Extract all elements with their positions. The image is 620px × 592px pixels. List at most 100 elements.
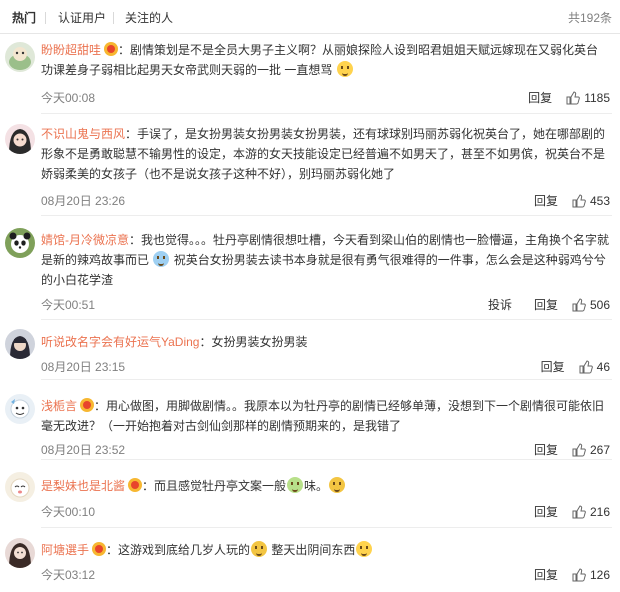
like-button[interactable]: 46 [579,359,610,375]
comment-actions: 回复 267 [508,442,610,458]
emoji-icon [356,541,373,557]
comment-actions: 回复 126 [508,567,610,583]
comment-item: 阿塘選手 ：这游戏到底给几岁人玩的 整天出阴间东西 今天03:12 回复 126 [0,532,620,590]
comment-text-continued: 味。 [304,479,329,493]
like-count: 267 [589,443,610,457]
comment-divider [41,459,612,460]
thumbs-up-icon [572,443,586,457]
user-avatar[interactable] [5,228,35,258]
like-button[interactable]: 126 [572,567,610,583]
member-badge-icon [104,42,119,56]
comment-body: 听说改名字会有好运气YaDing：女扮男装女扮男装 [41,332,610,352]
like-count: 46 [596,360,610,374]
comment-body: 不识山鬼与西风：手误了，是女扮男装女扮男装女扮男装，还有球球别玛丽苏弱化祝英台了… [41,124,610,184]
user-avatar[interactable] [5,124,35,154]
comment-body: 婧馆-月冷微凉意：我也觉得。。。牡丹亭剧情很想吐槽，今天看到梁山伯的剧情也一脸懵… [41,230,610,290]
reply-button[interactable]: 回复 [534,442,558,458]
reply-button[interactable]: 回复 [534,193,558,209]
reply-button[interactable]: 回复 [534,297,558,313]
user-avatar[interactable] [5,472,35,502]
comment-text: ：而且感觉牡丹亭文案一般 [142,479,287,493]
tab-divider [45,12,46,24]
like-button[interactable]: 216 [572,504,610,520]
comment-item: 盼盼超甜哇 ：剧情策划是不是全员大男子主义啊？从丽娘探险人设到昭君姐姐天赋远嫁现在… [0,38,620,114]
tab-following[interactable]: 关注的人 [125,10,173,26]
comment-actions: 回复 46 [515,359,610,375]
comment-time: 今天00:10 [41,505,96,519]
tab-divider [113,12,114,24]
like-count: 216 [589,505,610,519]
comment-body: 阿塘選手 ：这游戏到底给几岁人玩的 整天出阴间东西 [41,540,610,560]
comment-actions: 回复 216 [508,504,610,520]
like-button[interactable]: 453 [572,193,610,209]
comment-item: 不识山鬼与西风：手误了，是女扮男装女扮男装女扮男装，还有球球别玛丽苏弱化祝英台了… [0,118,620,216]
user-avatar[interactable] [5,329,35,359]
user-avatar[interactable] [5,538,35,568]
thumbs-up-icon [572,505,586,519]
thumbs-up-icon [572,194,586,208]
comment-text-continued: 整天出阴间东西 [271,543,356,557]
like-button[interactable]: 1185 [566,90,610,106]
comment-time: 08月20日 23:52 [41,443,126,457]
comment-text: ：用心做图，用脚做剧情。。我原本以为牡丹亭的剧情已经够单薄，没想到下一个剧情很可… [41,399,605,433]
like-button[interactable]: 506 [572,297,610,313]
comment-text: ：这游戏到底给几岁人玩的 [106,543,251,557]
username-link[interactable]: 盼盼超甜哇 [41,43,101,57]
thumbs-up-icon [579,360,593,374]
like-count: 506 [589,298,610,312]
comment-body: 是梨妹也是北酱 ：而且感觉牡丹亭文案一般 味。 [41,476,610,496]
member-badge-icon [128,478,143,492]
comment-divider [41,113,612,114]
username-link[interactable]: 浅栀言 [41,399,77,413]
comment-actions: 回复 1185 [502,90,610,106]
comment-body: 浅栀言 ：用心做图，用脚做剧情。。我原本以为牡丹亭的剧情已经够单薄，没想到下一个剧… [41,396,610,436]
comment-text: ：手误了，是女扮男装女扮男装女扮男装，还有球球别玛丽苏弱化祝英台了，她在哪部剧的… [41,127,606,181]
thumbs-up-icon [572,568,586,582]
member-badge-icon [92,542,107,556]
comment-body: 盼盼超甜哇 ：剧情策划是不是全员大男子主义啊？从丽娘探险人设到昭君姐姐天赋远嫁现在… [41,40,610,80]
comment-text: ：女扮男装女扮男装 [199,335,308,349]
reply-button[interactable]: 回复 [534,567,558,583]
comment-actions: 投诉 回复 506 [462,297,610,313]
user-avatar[interactable] [5,394,35,424]
like-count: 1185 [584,91,610,105]
comment-time: 今天03:12 [41,568,96,582]
username-link[interactable]: 听说改名字会有好运气YaDing [41,335,199,349]
like-count: 453 [589,194,610,208]
tab-verified-users[interactable]: 认证用户 [58,10,106,26]
comment-item: 听说改名字会有好运气YaDing：女扮男装女扮男装 08月20日 23:15 回… [0,324,620,380]
thumbs-up-icon [572,298,586,312]
comment-total-count: 共192条 [567,11,612,25]
emoji-icon [153,251,170,267]
member-badge-icon [80,398,95,412]
reply-button[interactable]: 回复 [528,90,552,106]
comment-time: 今天00:51 [41,298,96,312]
comment-actions: 回复 453 [508,193,610,209]
tab-hot[interactable]: 热门 [12,10,36,26]
reply-button[interactable]: 回复 [534,504,558,520]
comment-tabs: 热门 认证用户 关注的人 共192条 [0,0,620,34]
username-link[interactable]: 婧馆-月冷微凉意 [41,233,129,247]
like-button[interactable]: 267 [572,442,610,458]
comment-item: 婧馆-月冷微凉意：我也觉得。。。牡丹亭剧情很想吐槽，今天看到梁山伯的剧情也一脸懵… [0,220,620,320]
comment-item: 是梨妹也是北酱 ：而且感觉牡丹亭文案一般 味。 今天00:10 回复 216 [0,464,620,528]
comment-divider [41,319,612,320]
emoji-icon [251,541,268,557]
report-button[interactable]: 投诉 [488,297,512,313]
thumbs-up-icon [566,91,581,105]
comment-time: 08月20日 23:15 [41,360,126,374]
emoji-icon [287,477,304,493]
username-link[interactable]: 是梨妹也是北酱 [41,479,125,493]
emoji-icon [329,477,346,493]
comment-text: ：剧情策划是不是全员大男子主义啊？从丽娘探险人设到昭君姐姐天赋远嫁现在又弱化英台… [41,43,599,77]
username-link[interactable]: 阿塘選手 [41,543,89,557]
comment-item: 浅栀言 ：用心做图，用脚做剧情。。我原本以为牡丹亭的剧情已经够单薄，没想到下一个剧… [0,384,620,460]
emoji-icon [336,61,353,77]
comment-divider [41,215,612,216]
comment-divider [41,379,612,380]
reply-button[interactable]: 回复 [541,359,565,375]
comment-panel: 热门 认证用户 关注的人 共192条 盼盼超甜哇 ：剧情策划是不是全员大男子主义啊… [0,0,620,592]
comment-time: 08月20日 23:26 [41,194,126,208]
user-avatar[interactable] [5,42,35,72]
username-link[interactable]: 不识山鬼与西风 [41,127,125,141]
